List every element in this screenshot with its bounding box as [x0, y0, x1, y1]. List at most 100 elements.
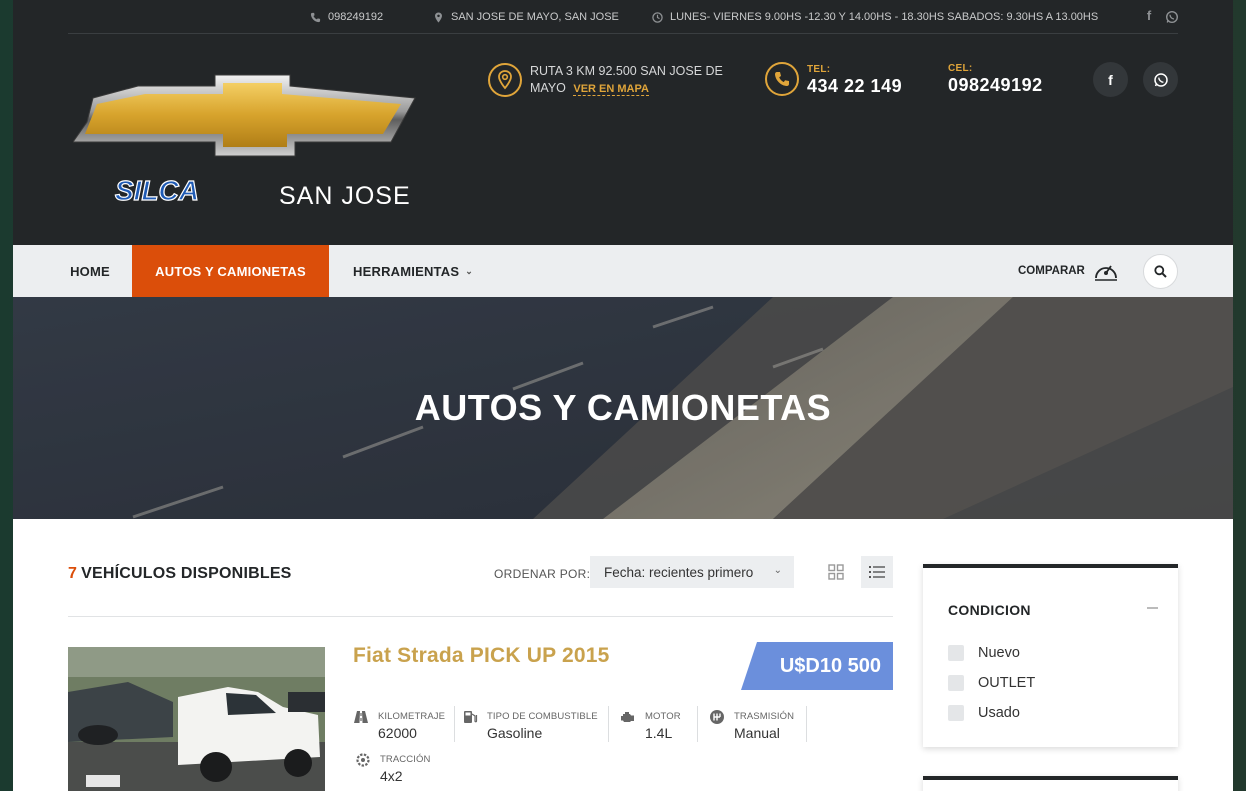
tel-label: TEL: — [807, 64, 831, 75]
spec-label: KILOMETRAJE — [378, 711, 446, 722]
nav-herramientas-label: HERRAMIENTAS — [353, 263, 460, 279]
minus-icon[interactable] — [1147, 607, 1158, 609]
speedometer-icon — [1094, 265, 1117, 281]
facebook-button[interactable]: f — [1093, 62, 1128, 97]
map-pin-icon — [488, 63, 522, 97]
search-button[interactable] — [1143, 254, 1178, 289]
top-bar: 098249192 SAN JOSE DE MAYO, SAN JOSE LUN… — [68, 0, 1179, 34]
filter-title: CONDICION — [948, 602, 1031, 618]
spec-trasmision: TRASMISIÓN Manual — [709, 707, 809, 741]
car-price: U$D10 500 — [779, 654, 881, 677]
silca-brand-text: SILCA — [115, 175, 199, 206]
filter-option-nuevo[interactable]: Nuevo — [948, 644, 1020, 662]
topbar-hours: LUNES- VIERNES 9.00HS -12.30 Y 14.00HS -… — [652, 9, 1098, 25]
filter-option-label: Usado — [978, 705, 1020, 721]
road-icon — [354, 711, 368, 723]
filter-option-outlet[interactable]: OUTLET — [948, 674, 1035, 692]
chevron-down-icon: ⌄ — [465, 265, 473, 276]
checkbox[interactable] — [948, 675, 964, 691]
car-photo[interactable] — [68, 647, 325, 791]
checkbox[interactable] — [948, 705, 964, 721]
list-icon — [869, 566, 885, 578]
whatsapp-icon — [1153, 72, 1168, 87]
checkbox[interactable] — [948, 645, 964, 661]
topbar-phone-text: 098249192 — [328, 11, 384, 23]
topbar-location-text: SAN JOSE DE MAYO, SAN JOSE — [451, 11, 619, 23]
spec-separator — [697, 706, 698, 742]
nav-autos-y-camionetas[interactable]: AUTOS Y CAMIONETAS — [132, 245, 329, 297]
spec-label: TRACCIÓN — [380, 754, 431, 765]
page-title: AUTOS Y CAMIONETAS — [414, 387, 832, 428]
sort-dropdown[interactable]: Fecha: recientes primero ⌄ — [590, 556, 794, 588]
spec-value: Manual — [734, 725, 780, 741]
listing-divider — [68, 616, 893, 617]
list-view-button[interactable] — [861, 556, 893, 588]
vehicle-count-label: VEHÍCULOS DISPONIBLES — [81, 565, 292, 582]
tel-number[interactable]: 434 22 149 — [807, 76, 902, 97]
whatsapp-button[interactable] — [1143, 62, 1178, 97]
search-icon — [1154, 265, 1167, 278]
topbar-phone[interactable]: 098249192 — [310, 9, 383, 25]
vehicle-count: 7 VEHÍCULOS DISPONIBLES — [68, 565, 292, 583]
spec-value: Gasoline — [487, 725, 543, 741]
facebook-icon[interactable]: f — [1142, 8, 1156, 24]
spec-label: TIPO DE COMBUSTIBLE — [487, 711, 598, 722]
drivetrain-icon — [356, 753, 370, 767]
map-link[interactable]: VER EN MAPA — [573, 83, 649, 96]
spec-value: 62000 — [378, 725, 417, 741]
main-nav: HOME AUTOS Y CAMIONETAS HERRAMIENTAS ⌄ C… — [13, 245, 1233, 297]
topbar-location: SAN JOSE DE MAYO, SAN JOSE — [433, 9, 619, 25]
spec-traccion: TRACCIÓN 4x2 — [355, 750, 455, 784]
cel-number[interactable]: 098249192 — [948, 75, 1043, 96]
address-text: RUTA 3 KM 92.500 SAN JOSE DE MAYO VER EN… — [530, 63, 740, 98]
cel-label: CEL: — [948, 63, 973, 74]
address-block: RUTA 3 KM 92.500 SAN JOSE DE MAYO VER EN… — [488, 63, 728, 103]
spec-combustible: TIPO DE COMBUSTIBLE Gasoline — [462, 707, 612, 741]
condition-filter: CONDICION Nuevo OUTLET Usado — [923, 564, 1178, 747]
nav-autos-label: AUTOS Y CAMIONETAS — [155, 263, 306, 279]
spec-motor: MOTOR 1.4L — [620, 707, 700, 741]
filter-option-usado[interactable]: Usado — [948, 704, 1020, 722]
page-frame: 098249192 SAN JOSE DE MAYO, SAN JOSE LUN… — [13, 0, 1233, 791]
spec-label: TRASMISIÓN — [734, 711, 795, 722]
silca-chevrolet-logo[interactable]: SILCA SAN JOSE — [72, 70, 419, 215]
filter-option-label: OUTLET — [978, 675, 1036, 691]
spec-separator — [454, 706, 455, 742]
spec-value: 4x2 — [380, 768, 403, 784]
topbar-hours-text: LUNES- VIERNES 9.00HS -12.30 Y 14.00HS -… — [670, 11, 1099, 23]
grid-icon — [828, 564, 844, 580]
site-header: 098249192 SAN JOSE DE MAYO, SAN JOSE LUN… — [13, 0, 1233, 245]
gearbox-icon — [710, 710, 724, 724]
whatsapp-icon[interactable] — [1165, 9, 1179, 25]
filter-option-label: Nuevo — [978, 645, 1020, 661]
hero-banner: AUTOS Y CAMIONETAS — [13, 297, 1233, 519]
logo-location-text: SAN JOSE — [279, 182, 411, 210]
tel-block: TEL: 434 22 149 — [765, 62, 925, 102]
price-badge: U$D10 500 — [741, 642, 893, 690]
compare-label: COMPARAR — [1018, 265, 1085, 277]
spec-value: 1.4L — [645, 725, 673, 741]
phone-icon — [310, 12, 321, 22]
spec-separator — [806, 706, 807, 742]
chevron-down-icon: ⌄ — [773, 565, 782, 576]
vehicle-count-number: 7 — [68, 565, 78, 582]
nav-home[interactable]: HOME — [68, 245, 112, 297]
facebook-icon: f — [1108, 71, 1113, 88]
spec-separator — [608, 706, 609, 742]
car-title-link[interactable]: Fiat Strada PICK UP 2015 — [353, 644, 610, 668]
clock-icon — [652, 11, 663, 23]
chevrolet-bowtie-logo: SILCA SAN JOSE — [72, 74, 416, 210]
nav-home-label: HOME — [70, 263, 110, 279]
sort-label: ORDENAR POR: — [494, 567, 591, 581]
fuel-icon — [464, 711, 478, 723]
spec-kilometraje: KILOMETRAJE 62000 — [353, 707, 453, 741]
nav-herramientas[interactable]: HERRAMIENTAS ⌄ — [350, 245, 476, 297]
map-pin-icon — [435, 11, 442, 23]
sort-value: Fecha: recientes primero — [604, 565, 754, 580]
compare-button[interactable]: COMPARAR — [1018, 259, 1119, 283]
engine-icon — [621, 712, 634, 722]
grid-view-button[interactable] — [820, 556, 852, 588]
spec-label: MOTOR — [645, 711, 681, 722]
second-filter-card — [923, 776, 1178, 791]
phone-icon — [765, 62, 799, 96]
